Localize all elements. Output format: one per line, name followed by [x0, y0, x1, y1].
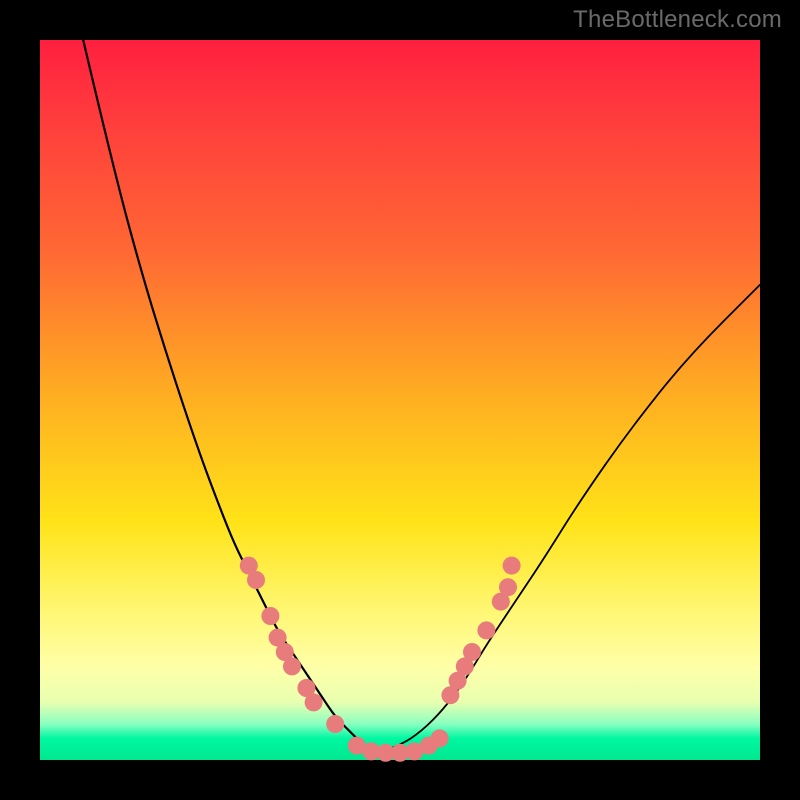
watermark-text: TheBottleneck.com — [573, 6, 782, 34]
data-dot — [499, 578, 517, 596]
data-dots-bottom — [348, 729, 449, 761]
data-dot — [477, 621, 495, 639]
curve-left-branch — [83, 40, 378, 753]
curve-right-branch — [378, 285, 760, 753]
chart-frame: TheBottleneck.com — [0, 0, 800, 800]
data-dot — [503, 557, 521, 575]
data-dot — [261, 607, 279, 625]
data-dot — [326, 715, 344, 733]
data-dots-right — [441, 557, 520, 705]
data-dot — [283, 657, 301, 675]
data-dot — [463, 643, 481, 661]
data-dot — [431, 729, 449, 747]
data-dot — [305, 693, 323, 711]
data-dot — [247, 571, 265, 589]
chart-overlay — [40, 40, 760, 760]
